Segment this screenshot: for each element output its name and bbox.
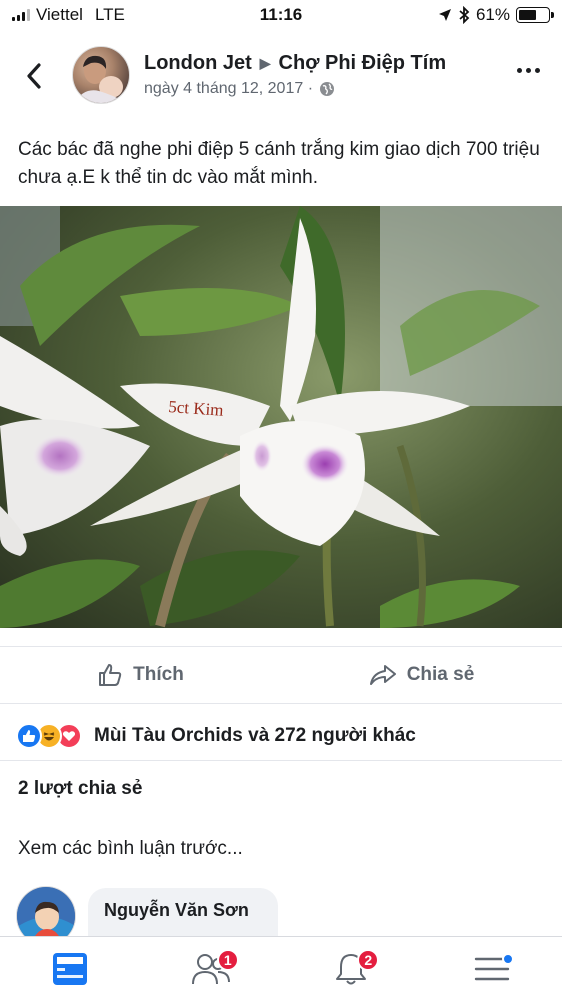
like-label: Thích <box>133 664 184 685</box>
nav-news-feed[interactable] <box>0 937 141 1000</box>
nav-notifications[interactable]: 2 <box>281 937 422 1000</box>
status-left: Viettel LTE <box>12 5 125 25</box>
back-button[interactable] <box>22 62 46 90</box>
post-date[interactable]: ngày 4 tháng 12, 2017 · <box>144 80 313 98</box>
signal-icon <box>12 9 30 21</box>
like-reaction-icon <box>16 723 42 749</box>
reactions-summary[interactable]: Mùi Tàu Orchids và 272 người khác <box>16 718 416 754</box>
network-label: LTE <box>94 5 125 24</box>
reactions-text: Mùi Tàu Orchids và 272 người khác <box>94 725 416 746</box>
nav-menu[interactable] <box>422 937 562 1000</box>
post-text: Các bác đã nghe phi điệp 5 cánh trắng ki… <box>18 139 540 188</box>
orchid-photo-image: 5ct Kim <box>0 206 562 628</box>
nav-friends[interactable]: 1 <box>141 937 282 1000</box>
globe-icon <box>320 82 335 96</box>
reaction-icons <box>16 723 82 749</box>
location-arrow-icon <box>438 9 451 21</box>
author-name[interactable]: London Jet <box>144 52 252 75</box>
news-feed-icon <box>53 952 88 985</box>
chevron-left-icon <box>27 63 41 89</box>
post-header: London Jet ▶ Chợ Phi Điệp Tím ngày 4 thá… <box>0 38 562 118</box>
battery-percent: 61% <box>475 5 510 24</box>
like-button[interactable]: Thích <box>0 647 281 703</box>
author-line: London Jet ▶ Chợ Phi Điệp Tím <box>144 52 446 75</box>
notifications-badge: 2 <box>357 949 380 971</box>
status-right: 61% <box>438 5 554 25</box>
more-options-button[interactable] <box>517 68 540 73</box>
share-label: Chia sẻ <box>406 664 475 685</box>
date-line: ngày 4 tháng 12, 2017 · <box>144 80 335 98</box>
shares-count[interactable]: 2 lượt chia sẻ <box>18 778 142 800</box>
share-button[interactable]: Chia sẻ <box>281 647 562 703</box>
status-bar: Viettel LTE 11:16 61% <box>0 0 562 30</box>
author-avatar[interactable] <box>72 46 130 104</box>
share-arrow-icon <box>369 665 396 685</box>
menu-dot-badge <box>501 953 514 965</box>
post-photo[interactable]: 5ct Kim <box>0 206 562 628</box>
thumbs-up-icon <box>99 664 122 686</box>
caret-right-icon: ▶ <box>259 55 271 71</box>
view-previous-comments-link[interactable]: Xem các bình luận trước... <box>18 838 243 860</box>
group-name[interactable]: Chợ Phi Điệp Tím <box>279 52 447 75</box>
battery-icon <box>516 7 554 23</box>
commenter-name[interactable]: Nguyễn Văn Sơn <box>104 900 262 921</box>
carrier-label: Viettel <box>36 5 83 24</box>
friends-badge: 1 <box>216 949 239 971</box>
divider <box>0 760 562 761</box>
bluetooth-icon <box>459 6 470 24</box>
action-bar: Thích Chia sẻ <box>0 646 562 704</box>
bottom-nav: 1 2 <box>0 936 562 1000</box>
photo-caption: 5ct Kim <box>168 397 224 420</box>
